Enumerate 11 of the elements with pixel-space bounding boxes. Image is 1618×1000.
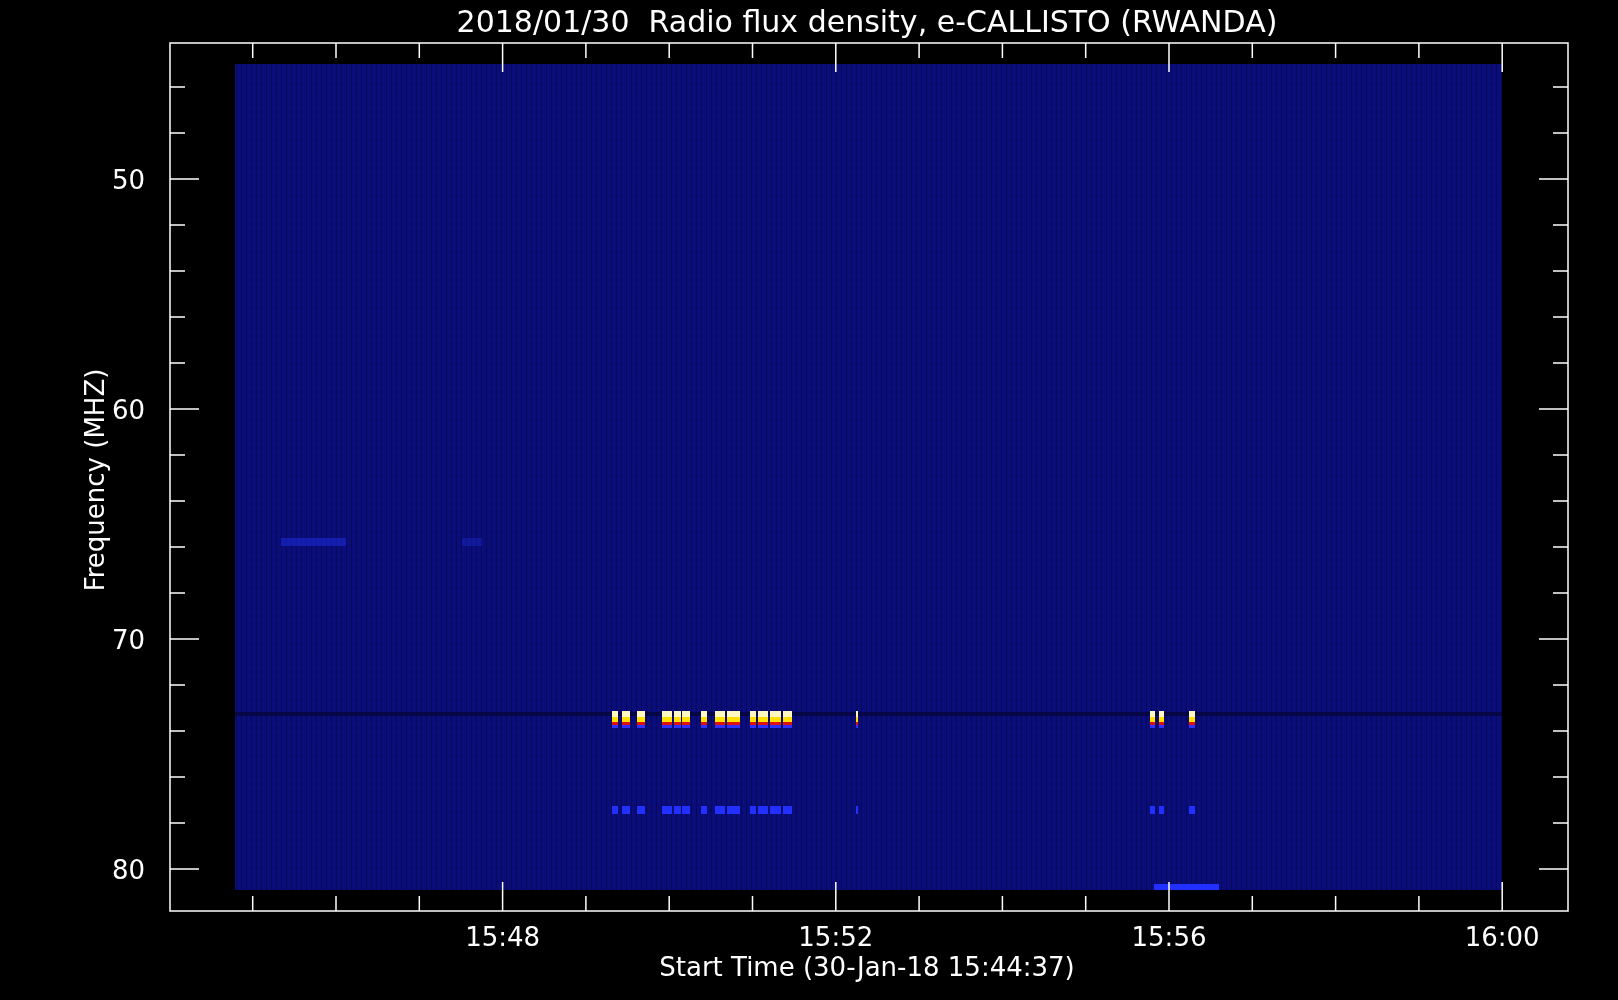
plot-title: 2018/01/30 Radio flux density, e-CALLISTO (RWANDA) bbox=[456, 4, 1278, 39]
tick-label: 15:56 bbox=[1131, 922, 1207, 952]
tick-label: 50 bbox=[111, 165, 145, 195]
axis-label: Frequency (MHZ) bbox=[80, 368, 110, 592]
tick-label: 16:00 bbox=[1464, 922, 1540, 952]
tick-label: 15:52 bbox=[798, 922, 874, 952]
tick-label: 80 bbox=[111, 855, 145, 885]
tick-label: 15:48 bbox=[465, 922, 541, 952]
tick-label: 70 bbox=[111, 625, 145, 655]
axis-label: Start Time (30-Jan-18 15:44:37) bbox=[659, 952, 1075, 982]
tick-label: 60 bbox=[111, 395, 145, 425]
